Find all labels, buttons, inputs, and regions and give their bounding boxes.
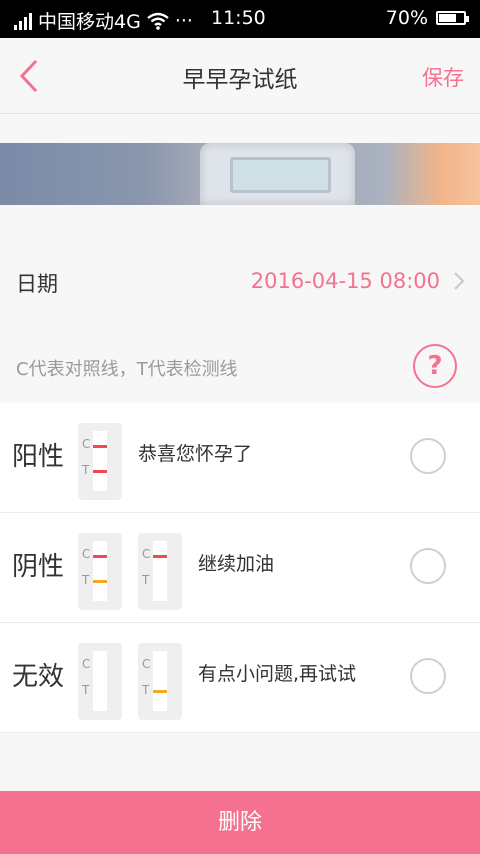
- date-row[interactable]: 日期 2016-04-15 08:00: [0, 248, 480, 316]
- photo-window: [230, 157, 331, 193]
- control-line-label: C: [82, 657, 91, 671]
- clock: 11:50: [211, 7, 266, 29]
- carrier-label: 中国移动4G: [38, 11, 141, 33]
- test-line-label: T: [82, 463, 90, 477]
- result-name: 阴性: [12, 552, 65, 582]
- test-line: [93, 580, 107, 583]
- test-line: [153, 690, 167, 693]
- test-strip-icon: CT: [78, 533, 122, 610]
- control-line: [153, 555, 167, 558]
- test-line-label: T: [142, 573, 150, 587]
- result-description: 有点小问题,再试试: [198, 663, 357, 685]
- strip-paper: [93, 651, 107, 711]
- battery-percent: 70%: [385, 7, 428, 29]
- radio-button[interactable]: [410, 548, 446, 584]
- result-option-negative[interactable]: 阴性 C T C T 继续加油: [0, 513, 480, 623]
- control-line-label: C: [142, 657, 151, 671]
- result-name: 阳性: [12, 442, 65, 472]
- battery-icon: [436, 11, 469, 25]
- test-strip-icon: CT: [78, 643, 122, 720]
- result-description: 恭喜您怀孕了: [138, 443, 253, 465]
- test-line-label: T: [82, 683, 90, 697]
- strip-paper: [93, 431, 107, 491]
- nav-bar: 早早孕试纸 保存: [0, 38, 480, 114]
- result-description: 继续加油: [198, 553, 275, 575]
- chevron-right-icon: [454, 272, 465, 290]
- strip-paper: [93, 541, 107, 601]
- help-button[interactable]: ?: [413, 344, 457, 388]
- more-icon: ···: [174, 9, 193, 32]
- result-name: 无效: [12, 662, 65, 692]
- radio-button[interactable]: [410, 658, 446, 694]
- date-value: 2016-04-15 08:00: [250, 269, 440, 293]
- signal-icon: [14, 12, 32, 30]
- test-line-label: T: [82, 573, 90, 587]
- legend-hint: C代表对照线，T代表检测线: [16, 359, 238, 380]
- result-option-invalid[interactable]: 无效 C T C T 有点小问题,再试试: [0, 623, 480, 733]
- control-line: [93, 555, 107, 558]
- control-line: [93, 445, 107, 448]
- control-line-label: C: [82, 547, 91, 561]
- page-title: 早早孕试纸: [182, 67, 298, 93]
- strip-paper: [153, 541, 167, 601]
- test-strip-icon: CT: [78, 423, 122, 500]
- test-strip-icon: CT: [138, 533, 182, 610]
- wifi-icon: [147, 12, 169, 30]
- radio-button[interactable]: [410, 438, 446, 474]
- test-strip-photo[interactable]: [0, 143, 480, 205]
- status-bar: 中国移动4G ··· 11:50 70%: [0, 0, 480, 38]
- photo-device: [200, 143, 355, 205]
- delete-button[interactable]: 删除: [0, 791, 480, 854]
- date-label: 日期: [16, 272, 58, 296]
- result-option-positive[interactable]: 阳性 C T 恭喜您怀孕了: [0, 403, 480, 513]
- save-button[interactable]: 保存: [422, 62, 464, 92]
- control-line-label: C: [142, 547, 151, 561]
- test-line: [93, 470, 107, 473]
- control-line-label: C: [82, 437, 91, 451]
- test-line-label: T: [142, 683, 150, 697]
- strip-paper: [153, 651, 167, 711]
- test-strip-icon: CT: [138, 643, 182, 720]
